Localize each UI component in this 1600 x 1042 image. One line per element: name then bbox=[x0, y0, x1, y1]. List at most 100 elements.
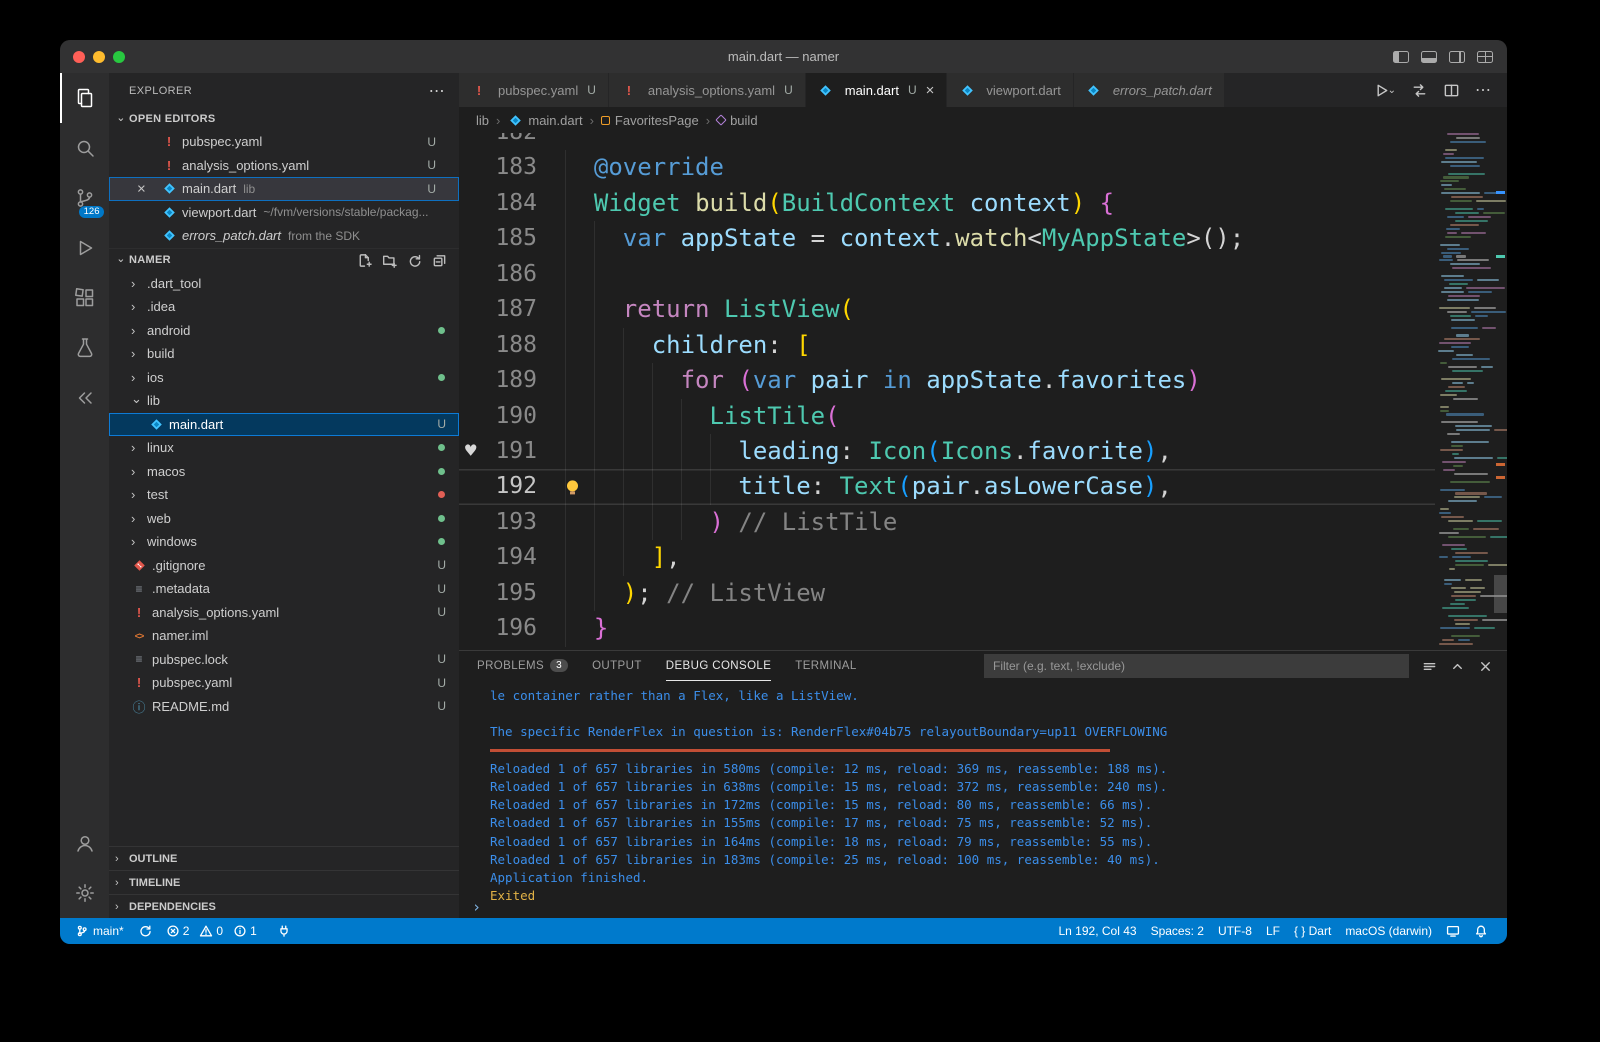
console-prompt[interactable]: › bbox=[472, 898, 481, 916]
activity-extensions[interactable] bbox=[60, 273, 109, 323]
open-editor-pubspec.yaml[interactable]: !pubspec.yamlU bbox=[109, 130, 459, 154]
activity-explorer[interactable] bbox=[60, 73, 109, 123]
open-editor-main.dart[interactable]: ×main.dartlibU bbox=[109, 177, 459, 201]
titlebar[interactable]: main.dart — namer bbox=[60, 40, 1507, 73]
breadcrumb-lib[interactable]: lib bbox=[476, 113, 489, 128]
section-timeline[interactable]: TIMELINE bbox=[109, 870, 459, 894]
section-dependencies[interactable]: DEPENDENCIES bbox=[109, 894, 459, 918]
console-line: Reloaded 1 of 657 libraries in 164ms (co… bbox=[490, 833, 1507, 851]
status-notifications[interactable] bbox=[1467, 918, 1495, 944]
status-indentation[interactable]: Spaces: 2 bbox=[1144, 918, 1211, 944]
tree-item-namer.iml[interactable]: <>namer.iml bbox=[109, 624, 459, 648]
tree-item-lib[interactable]: lib bbox=[109, 389, 459, 413]
explorer-more-actions-icon[interactable] bbox=[429, 81, 445, 101]
activity-source-control[interactable]: 126 bbox=[60, 173, 109, 223]
zoom-window-button[interactable] bbox=[113, 51, 125, 63]
open-editor-analysis_options.yaml[interactable]: !analysis_options.yamlU bbox=[109, 154, 459, 178]
tree-item-.gitignore[interactable]: .gitignoreU bbox=[109, 554, 459, 578]
status-remote[interactable] bbox=[1439, 918, 1467, 944]
toggle-panel-icon[interactable] bbox=[1421, 51, 1437, 63]
new-folder-button[interactable] bbox=[382, 253, 397, 268]
panel-tab-debug-console[interactable]: DEBUG CONSOLE bbox=[666, 651, 772, 681]
debug-console-output[interactable]: le container rather than a Flex, like a … bbox=[459, 681, 1507, 918]
status-encoding[interactable]: UTF-8 bbox=[1211, 918, 1259, 944]
lightbulb-icon[interactable] bbox=[567, 480, 578, 491]
open-editor-viewport.dart[interactable]: viewport.dart~/fvm/versions/stable/packa… bbox=[109, 201, 459, 225]
tree-item-pubspec.lock[interactable]: ≡pubspec.lockU bbox=[109, 648, 459, 672]
tab-analysis_options.yaml[interactable]: !analysis_options.yamlU bbox=[609, 73, 806, 107]
tree-item-main.dart[interactable]: main.dartU bbox=[109, 413, 459, 437]
tab-main.dart[interactable]: main.dartU× bbox=[806, 73, 948, 107]
panel-tab-terminal[interactable]: TERMINAL bbox=[795, 651, 856, 681]
breadcrumb-main.dart[interactable]: main.dart bbox=[507, 113, 582, 128]
tree-item-analysis_options.yaml[interactable]: !analysis_options.yamlU bbox=[109, 601, 459, 625]
toggle-primary-sidebar-icon[interactable] bbox=[1393, 51, 1409, 63]
more-actions-button[interactable] bbox=[1475, 80, 1491, 100]
close-window-button[interactable] bbox=[73, 51, 85, 63]
status-problems[interactable]: 201 bbox=[159, 918, 270, 944]
scrollbar-thumb[interactable] bbox=[1494, 575, 1507, 613]
open-editors-label: OPEN EDITORS bbox=[129, 113, 216, 125]
activity-references[interactable] bbox=[60, 373, 109, 423]
tree-item-build[interactable]: build bbox=[109, 342, 459, 366]
open-editors-header[interactable]: OPEN EDITORS bbox=[109, 108, 459, 130]
project-section-header[interactable]: NAMER bbox=[109, 248, 459, 272]
minimize-window-button[interactable] bbox=[93, 51, 105, 63]
console-options-icon[interactable] bbox=[1422, 659, 1437, 674]
tree-item-test[interactable]: test bbox=[109, 483, 459, 507]
git-status-badge: U bbox=[427, 182, 449, 196]
activity-settings[interactable] bbox=[60, 868, 109, 918]
toggle-secondary-sidebar-icon[interactable] bbox=[1449, 51, 1465, 63]
tab-pubspec.yaml[interactable]: !pubspec.yamlU bbox=[459, 73, 609, 107]
collapse-all-button[interactable] bbox=[432, 253, 447, 268]
panel-tab-output[interactable]: OUTPUT bbox=[592, 651, 642, 681]
split-editor-button[interactable] bbox=[1443, 82, 1460, 99]
file-name: errors_patch.dart bbox=[182, 228, 281, 243]
activity-run-debug[interactable] bbox=[60, 223, 109, 273]
status-debug-session[interactable] bbox=[270, 918, 298, 944]
tab-errors_patch.dart[interactable]: errors_patch.dart bbox=[1074, 73, 1225, 107]
tree-item-pubspec.yaml[interactable]: !pubspec.yamlU bbox=[109, 671, 459, 695]
activity-testing[interactable] bbox=[60, 323, 109, 373]
code-editor[interactable]: 182183 @override184 Widget build(BuildCo… bbox=[459, 133, 1507, 650]
tree-item-web[interactable]: web bbox=[109, 507, 459, 531]
breadcrumb-build[interactable]: build bbox=[717, 113, 757, 128]
close-panel-icon[interactable] bbox=[1478, 659, 1493, 674]
tab-viewport.dart[interactable]: viewport.dart bbox=[947, 73, 1073, 107]
tree-item-.metadata[interactable]: ≡.metadataU bbox=[109, 577, 459, 601]
open-changes-button[interactable] bbox=[1411, 82, 1428, 99]
minimap[interactable] bbox=[1435, 133, 1507, 650]
file-name: viewport.dart bbox=[182, 205, 256, 220]
git-status-badge: U bbox=[427, 158, 449, 172]
panel-tab-problems[interactable]: PROBLEMS3 bbox=[477, 651, 568, 681]
tree-item-macos[interactable]: macos bbox=[109, 460, 459, 484]
status-git-branch[interactable]: main* bbox=[68, 918, 131, 944]
close-tab-icon[interactable]: × bbox=[926, 82, 935, 99]
open-editor-errors_patch.dart[interactable]: errors_patch.dartfrom the SDK bbox=[109, 224, 459, 248]
new-file-button[interactable] bbox=[357, 253, 372, 268]
maximize-panel-icon[interactable] bbox=[1450, 659, 1465, 674]
status-sync[interactable] bbox=[131, 918, 159, 944]
status-eol[interactable]: LF bbox=[1259, 918, 1287, 944]
tree-item-.idea[interactable]: .idea bbox=[109, 295, 459, 319]
tree-item-README.md[interactable]: ⓘREADME.mdU bbox=[109, 695, 459, 719]
tree-item-.dart_tool[interactable]: .dart_tool bbox=[109, 272, 459, 296]
activity-search[interactable] bbox=[60, 123, 109, 173]
run-file-button[interactable]: ⌄ bbox=[1373, 82, 1396, 99]
tree-item-ios[interactable]: ios bbox=[109, 366, 459, 390]
status-os-target[interactable]: macOS (darwin) bbox=[1338, 918, 1439, 944]
customize-layout-icon[interactable] bbox=[1477, 51, 1493, 63]
status-language-mode[interactable]: { } Dart bbox=[1287, 918, 1338, 944]
close-editor-icon[interactable]: × bbox=[137, 180, 146, 197]
tree-item-windows[interactable]: windows bbox=[109, 530, 459, 554]
status-cursor-position[interactable]: Ln 192, Col 43 bbox=[1052, 918, 1144, 944]
section-outline[interactable]: OUTLINE bbox=[109, 846, 459, 870]
git-status-badge: U bbox=[437, 676, 459, 690]
refresh-button[interactable] bbox=[407, 253, 422, 268]
line-number: 195 bbox=[459, 576, 537, 611]
console-filter-input[interactable] bbox=[984, 654, 1409, 678]
breadcrumb-FavoritesPage[interactable]: FavoritesPage bbox=[601, 113, 699, 128]
activity-account[interactable] bbox=[60, 818, 109, 868]
tree-item-android[interactable]: android bbox=[109, 319, 459, 343]
tree-item-linux[interactable]: linux bbox=[109, 436, 459, 460]
